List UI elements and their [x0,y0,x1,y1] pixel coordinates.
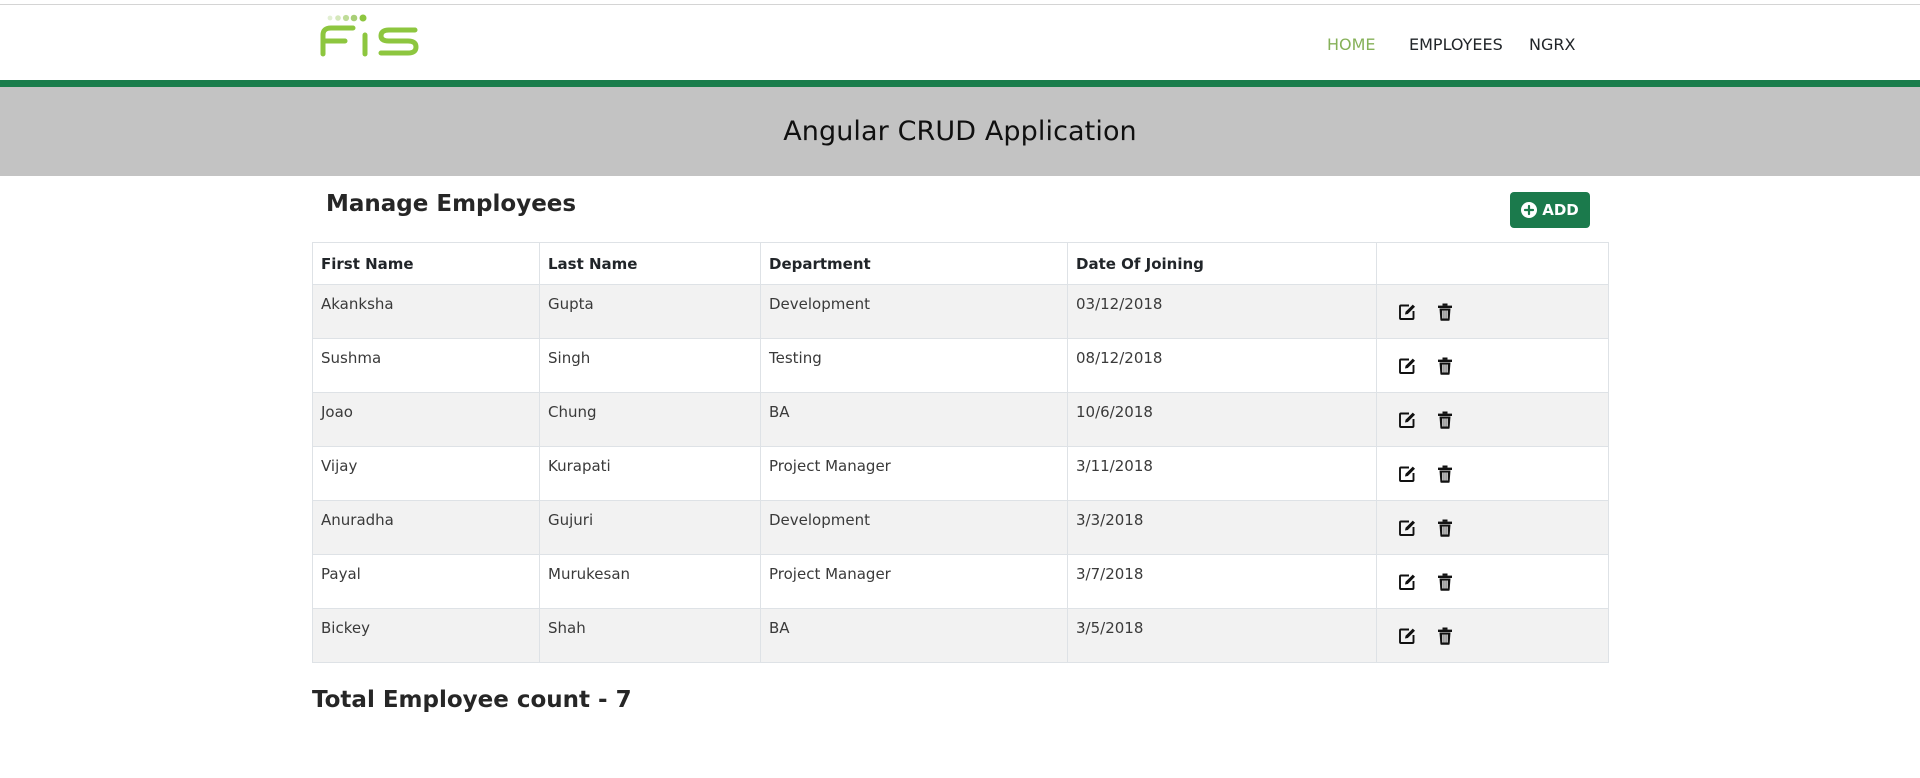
add-button-label: ADD [1542,201,1579,219]
last-name-cell: Singh [539,338,761,393]
logo-dots [327,14,367,22]
first-name-cell: Payal [312,554,540,609]
row-actions-cell [1376,608,1609,663]
row-actions-cell [1376,338,1609,393]
last-name-cell: Shah [539,608,761,663]
edit-icon[interactable] [1397,410,1417,430]
department-cell: Project Manager [760,446,1068,501]
last-name-cell: Gujuri [539,500,761,555]
date-of-joining-cell: 3/3/2018 [1067,500,1377,555]
edit-icon[interactable] [1397,464,1417,484]
trash-icon[interactable] [1435,464,1455,484]
edit-icon[interactable] [1397,626,1417,646]
edit-icon[interactable] [1397,356,1417,376]
nav-home-link[interactable]: HOME [1327,35,1376,54]
row-actions-cell [1376,284,1609,339]
table-body: Akanksha Gupta Development 03/12/2018 Sushma… [312,284,1609,663]
date-of-joining-cell: 3/7/2018 [1067,554,1377,609]
row-actions-cell [1376,500,1609,555]
date-of-joining-cell: 03/12/2018 [1067,284,1377,339]
department-cell: Project Manager [760,554,1068,609]
column-header-date-of-joining: Date Of Joining [1067,242,1377,285]
trash-icon[interactable] [1435,572,1455,592]
table-row: Vijay Kurapati Project Manager 3/11/2018 [312,446,1609,501]
first-name-cell: Bickey [312,608,540,663]
row-actions-cell [1376,446,1609,501]
trash-icon[interactable] [1435,356,1455,376]
last-name-cell: Gupta [539,284,761,339]
date-of-joining-cell: 08/12/2018 [1067,338,1377,393]
nav-employees-link[interactable]: EMPLOYEES [1409,35,1503,54]
department-cell: Development [760,500,1068,555]
column-header-first-name: First Name [312,242,540,285]
trash-icon[interactable] [1435,302,1455,322]
edit-icon[interactable] [1397,572,1417,592]
banner: Angular CRUD Application [0,87,1920,176]
last-name-cell: Murukesan [539,554,761,609]
nav-ngrx-link[interactable]: NGRX [1529,35,1575,54]
total-employee-count: Total Employee count - 7 [312,687,632,713]
column-header-last-name: Last Name [539,242,761,285]
table-row: Joao Chung BA 10/6/2018 [312,392,1609,447]
column-header-actions [1376,242,1609,285]
table-row: Payal Murukesan Project Manager 3/7/2018 [312,554,1609,609]
page-title: Manage Employees [326,191,577,217]
table-header-row: First Name Last Name Department Date Of … [312,242,1609,285]
plus-circle-icon [1521,202,1538,218]
accent-bar [0,80,1920,87]
logo-letters [320,25,419,57]
department-cell: Testing [760,338,1068,393]
department-cell: BA [760,392,1068,447]
table-row: Sushma Singh Testing 08/12/2018 [312,338,1609,393]
edit-icon[interactable] [1397,518,1417,538]
last-name-cell: Kurapati [539,446,761,501]
edit-icon[interactable] [1397,302,1417,322]
employees-table: First Name Last Name Department Date Of … [312,242,1609,663]
app-title: Angular CRUD Application [783,116,1137,147]
trash-icon[interactable] [1435,626,1455,646]
add-employee-button[interactable]: ADD [1510,192,1590,228]
column-header-department: Department [760,242,1068,285]
date-of-joining-cell: 10/6/2018 [1067,392,1377,447]
date-of-joining-cell: 3/11/2018 [1067,446,1377,501]
date-of-joining-cell: 3/5/2018 [1067,608,1377,663]
first-name-cell: Vijay [312,446,540,501]
trash-icon[interactable] [1435,410,1455,430]
row-actions-cell [1376,554,1609,609]
row-actions-cell [1376,392,1609,447]
table-row: Anuradha Gujuri Development 3/3/2018 [312,500,1609,555]
fis-logo[interactable] [315,11,425,59]
department-cell: Development [760,284,1068,339]
first-name-cell: Joao [312,392,540,447]
first-name-cell: Akanksha [312,284,540,339]
table-row: Akanksha Gupta Development 03/12/2018 [312,284,1609,339]
first-name-cell: Sushma [312,338,540,393]
first-name-cell: Anuradha [312,500,540,555]
navbar: HOME EMPLOYEES NGRX [0,5,1920,80]
trash-icon[interactable] [1435,518,1455,538]
table-row: Bickey Shah BA 3/5/2018 [312,608,1609,663]
last-name-cell: Chung [539,392,761,447]
department-cell: BA [760,608,1068,663]
